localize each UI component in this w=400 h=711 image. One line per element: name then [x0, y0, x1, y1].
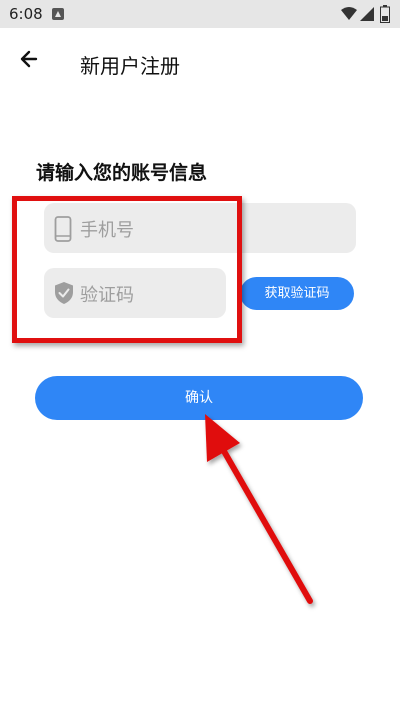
status-bar: 6:08 — [0, 0, 400, 28]
code-input[interactable]: 验证码 — [44, 268, 226, 318]
notification-icon — [52, 8, 64, 20]
code-placeholder: 验证码 — [80, 285, 134, 306]
signal-icon — [360, 7, 374, 21]
phone-icon — [54, 216, 72, 242]
registration-screen: 6:08 新用户注册 请输入您的账号信息 手机号 验证码 获取验证码 确认 — [0, 0, 400, 711]
annotation-arrow-icon — [205, 414, 313, 604]
page-title: 新用户注册 — [80, 54, 180, 78]
get-code-button[interactable]: 获取验证码 — [240, 277, 354, 310]
form-heading: 请输入您的账号信息 — [36, 162, 208, 184]
back-button[interactable] — [16, 46, 46, 72]
arrow-left-icon — [20, 50, 38, 68]
status-time: 6:08 — [9, 5, 43, 23]
battery-icon — [380, 5, 390, 23]
wifi-icon — [341, 7, 357, 20]
confirm-button[interactable]: 确认 — [35, 376, 363, 420]
phone-placeholder: 手机号 — [80, 220, 134, 241]
phone-input[interactable]: 手机号 — [44, 203, 356, 253]
shield-check-icon — [55, 282, 73, 304]
